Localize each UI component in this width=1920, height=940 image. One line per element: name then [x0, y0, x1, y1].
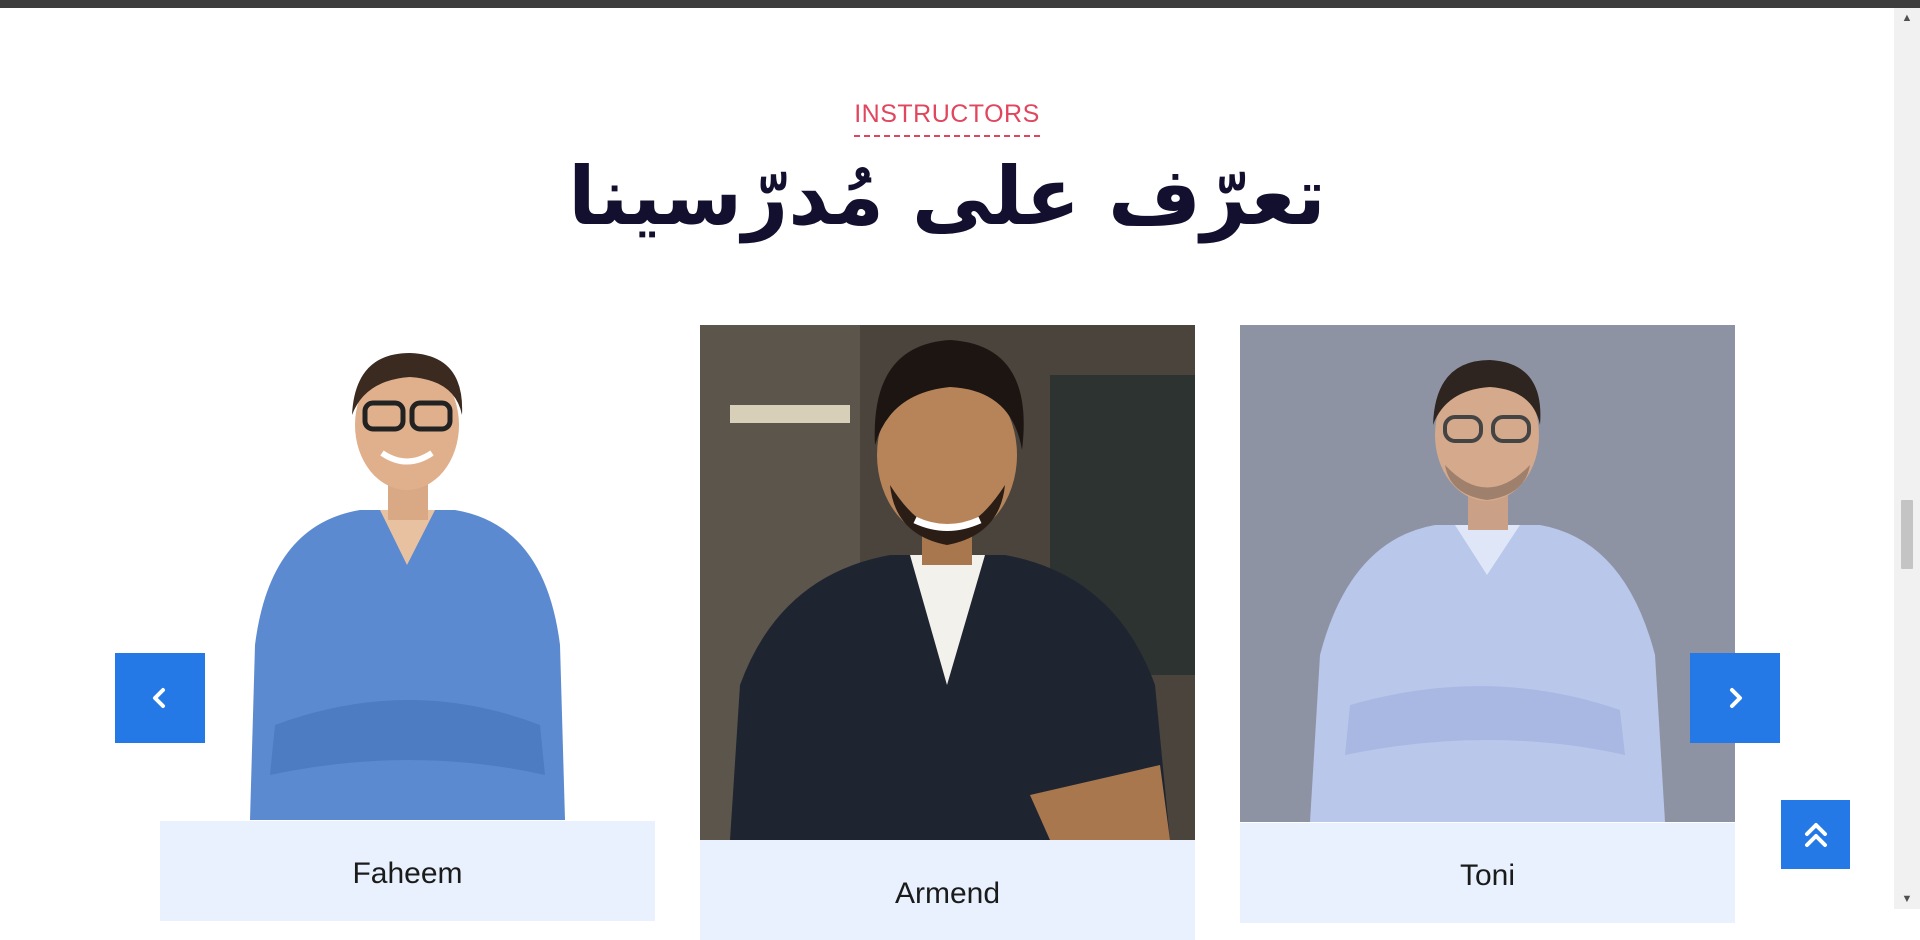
scroll-to-top-button[interactable] — [1781, 800, 1850, 869]
instructor-photo — [1240, 325, 1735, 822]
carousel-prev-button[interactable] — [115, 653, 205, 743]
scroll-up-arrow-icon[interactable]: ▲ — [1894, 8, 1920, 28]
double-chevron-up-icon — [1804, 822, 1827, 847]
page-scrollbar[interactable]: ▲ ▼ — [1894, 8, 1920, 909]
instructor-photo — [700, 325, 1195, 840]
carousel-next-button[interactable] — [1690, 653, 1780, 743]
instructor-photo — [160, 325, 655, 820]
scroll-down-arrow-icon[interactable]: ▼ — [1894, 889, 1920, 909]
chevron-left-icon — [153, 688, 165, 708]
instructor-name-box: Armend — [700, 840, 1195, 940]
section-eyebrow: INSTRUCTORS — [0, 100, 1894, 137]
instructor-name-box: Toni — [1240, 823, 1735, 923]
instructor-name[interactable]: Armend — [700, 840, 1195, 911]
instructor-name[interactable]: Toni — [1240, 823, 1735, 893]
instructor-name[interactable]: Faheem — [160, 821, 655, 891]
chevron-right-icon — [1730, 688, 1742, 708]
instructor-name-box: Faheem — [160, 821, 655, 921]
scrollbar-thumb[interactable] — [1901, 500, 1913, 569]
eyebrow-label: INSTRUCTORS — [854, 100, 1040, 137]
section-heading: تعرّف على مُدرّسينا — [568, 150, 1326, 243]
browser-top-bar — [0, 0, 1920, 8]
